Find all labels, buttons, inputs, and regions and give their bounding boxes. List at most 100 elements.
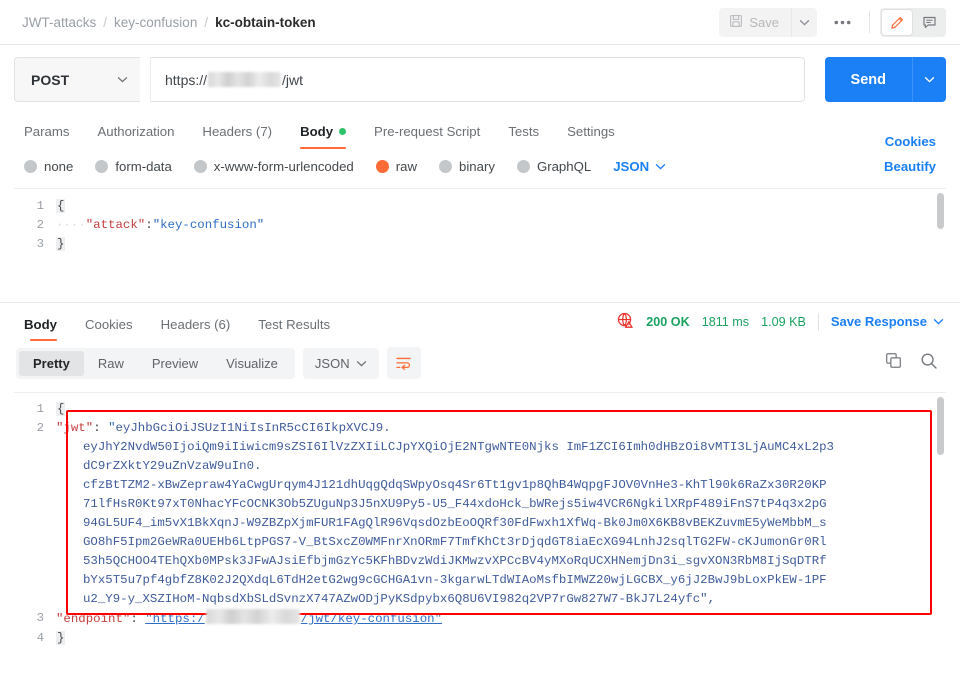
scrollbar-thumb[interactable] — [937, 397, 944, 455]
tab-authorization[interactable]: Authorization — [83, 124, 188, 149]
search-icon[interactable] — [920, 352, 938, 375]
wrap-lines-button[interactable] — [386, 347, 421, 379]
breadcrumb-request-name[interactable]: kc-obtain-token — [215, 15, 316, 30]
body-type-none-label: none — [44, 159, 74, 174]
tab-settings-label: Settings — [567, 124, 615, 139]
body-type-graphql[interactable]: GraphQL — [516, 159, 591, 174]
body-type-none[interactable]: none — [24, 159, 73, 174]
tab-body[interactable]: Body — [286, 124, 360, 149]
code-line: 1 { — [14, 400, 946, 419]
tab-headers[interactable]: Headers (7) — [188, 124, 286, 149]
line-number: 3 — [36, 237, 44, 251]
view-mode-visualize[interactable]: Visualize — [212, 351, 292, 376]
response-format-select[interactable]: JSON — [302, 347, 379, 379]
url-suffix: /jwt — [282, 71, 304, 88]
send-button[interactable]: Send — [824, 57, 912, 102]
body-format-value: JSON — [613, 159, 650, 174]
request-tabs: Params Authorization Headers (7) Body Pr… — [0, 113, 960, 149]
jwt-segment: bYx5T5u7pf4gbfZ8K02J2QXdqL6TdH2etG2wg9cG… — [83, 573, 827, 587]
http-method-value: POST — [31, 71, 70, 88]
tab-params[interactable]: Params — [16, 124, 83, 149]
tab-body-label: Body — [300, 124, 334, 139]
url-prefix: https:// — [165, 71, 208, 88]
copy-icon[interactable] — [885, 352, 902, 374]
breadcrumb: JWT-attacks / key-confusion / kc-obtain-… — [22, 15, 316, 30]
toolbar-divider — [869, 11, 870, 33]
breadcrumb-folder[interactable]: key-confusion — [114, 15, 197, 30]
code-line-jwt: 2 "jwt": "eyJhbGciOiJSUzI1NiIsInR5cCI6Ik… — [14, 419, 946, 609]
endpoint-redacted-host — [205, 609, 300, 624]
json-colon: : — [145, 218, 153, 232]
send-options-caret[interactable] — [912, 57, 946, 102]
save-button[interactable]: Save — [719, 7, 791, 37]
breadcrumb-collection[interactable]: JWT-attacks — [22, 15, 96, 30]
view-mode-pretty[interactable]: Pretty — [19, 350, 84, 376]
url-redacted-host — [208, 72, 282, 87]
line-number: 1 — [36, 402, 44, 416]
close-brace: } — [56, 631, 66, 645]
tab-headers-label: Headers (7) — [202, 124, 273, 139]
response-tab-cookies[interactable]: Cookies — [71, 317, 147, 341]
scrollbar-thumb[interactable] — [937, 193, 944, 229]
chevron-down-icon — [117, 76, 128, 83]
code-line: 3 "endpoint": "https:/ /jwt/key-confusion… — [14, 609, 946, 629]
url-input[interactable]: https:// /jwt — [150, 57, 805, 102]
line-content: { — [56, 400, 66, 419]
jwt-segment: 71lfHsR0Kt97xT0NhacYFcOCNK3Ob5ZUguNp3J5n… — [83, 497, 827, 511]
body-type-form-data[interactable]: form-data — [95, 159, 172, 174]
body-format-select[interactable]: JSON — [613, 159, 666, 174]
more-actions-button[interactable] — [825, 8, 859, 37]
body-type-binary[interactable]: binary — [439, 159, 495, 174]
jwt-segment: 53h5QCHOO4TEhQXb0MPsk3JFwAJsiEfbjmGzYc5K… — [83, 554, 827, 568]
response-tab-test-results-label: Test Results — [258, 316, 331, 332]
response-tab-headers[interactable]: Headers (6) — [147, 317, 245, 341]
save-disk-icon — [729, 14, 743, 31]
response-tab-headers-label: Headers (6) — [160, 316, 231, 332]
body-type-row: none form-data x-www-form-urlencoded raw… — [0, 149, 960, 182]
save-options-caret[interactable] — [791, 7, 817, 37]
view-mode-raw[interactable]: Raw — [84, 351, 138, 376]
jwt-segment: GO8hF5Ipm2GeWRa0UEHb6LtpPGS7-V_BtSxcZ0WM… — [83, 535, 827, 549]
stats-divider — [817, 312, 819, 331]
line-content: } — [56, 235, 66, 254]
request-body-editor[interactable]: 1 { 2 ····"attack":"key-confusion" 3 } — [14, 188, 946, 288]
response-editor-scrollbar[interactable] — [937, 397, 944, 637]
response-tabs: Body Cookies Headers (6) Test Results — [16, 303, 344, 341]
line-number: 1 — [36, 199, 44, 213]
tab-pre-request-script[interactable]: Pre-request Script — [360, 124, 494, 149]
top-bar-actions: Save — [719, 7, 946, 37]
response-body-editor[interactable]: 1 { 2 "jwt": "eyJhbGciOiJSUzI1NiIsInR5cC… — [14, 392, 946, 681]
endpoint-url-prefix[interactable]: "https:/ — [145, 612, 205, 626]
chevron-down-icon — [655, 163, 666, 170]
response-status: 200 OK — [646, 314, 690, 329]
body-type-urlencoded[interactable]: x-www-form-urlencoded — [193, 159, 354, 174]
jwt-segment: cfzBtTZM2-xBwZepraw4YaCwgUrqym4J121dhUqg… — [83, 478, 827, 492]
code-line: 3 } — [14, 235, 946, 254]
response-tab-test-results[interactable]: Test Results — [244, 317, 344, 341]
jwt-segment: 94GL5UF4_im5vX1BkXqnJ-W9ZBZpXjmFUR1FAgQl… — [83, 516, 827, 530]
response-tab-body[interactable]: Body — [16, 317, 71, 341]
http-method-select[interactable]: POST — [14, 57, 140, 102]
tab-settings[interactable]: Settings — [553, 124, 629, 149]
save-response-button[interactable]: Save Response — [831, 314, 944, 329]
tab-tests[interactable]: Tests — [494, 124, 553, 149]
endpoint-url-suffix[interactable]: /jwt/key-confusion" — [301, 612, 442, 626]
chevron-down-icon — [356, 360, 366, 366]
jwt-segment: dC9rZXktY29uZnVzaW9uIn0. — [83, 459, 262, 473]
line-number: 2 — [36, 218, 44, 232]
comment-button[interactable] — [914, 10, 944, 35]
indent-dots: ···· — [56, 218, 86, 232]
radio-icon-form-data — [95, 160, 109, 173]
globe-warning-icon — [617, 312, 634, 332]
view-mode-preview[interactable]: Preview — [138, 351, 212, 376]
response-stats: 200 OK 1811 ms 1.09 KB Save Response — [617, 312, 944, 332]
body-present-dot-icon — [339, 128, 347, 135]
beautify-link[interactable]: Beautify — [884, 159, 944, 174]
edit-pencil-button[interactable] — [882, 9, 912, 35]
cookies-link[interactable]: Cookies — [885, 134, 944, 149]
request-editor-scrollbar[interactable] — [937, 193, 944, 285]
tab-tests-label: Tests — [508, 124, 540, 139]
body-type-form-data-label: form-data — [115, 159, 172, 174]
body-type-raw[interactable]: raw — [375, 159, 417, 174]
line-content: ····"attack":"key-confusion" — [56, 216, 264, 235]
